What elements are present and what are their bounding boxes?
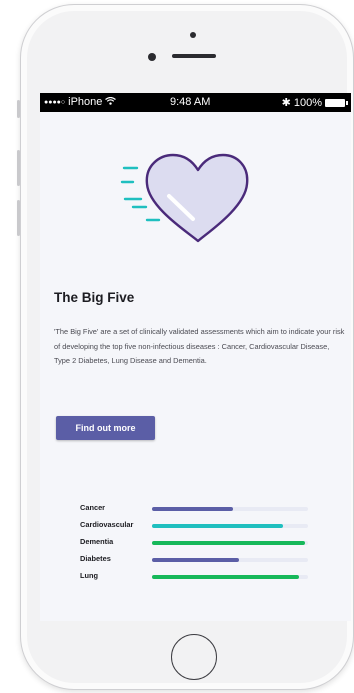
page-title: The Big Five	[54, 290, 135, 305]
risk-bar-track	[152, 524, 308, 528]
risk-bar-label: Lung	[80, 571, 99, 580]
risk-bar-row: Cardiovascular	[80, 518, 310, 535]
risk-bar-track	[152, 558, 308, 562]
risk-bar-track	[152, 507, 308, 511]
find-out-more-button[interactable]: Find out more	[56, 416, 155, 440]
risk-bar-label: Diabetes	[80, 554, 111, 563]
home-button[interactable]	[171, 634, 217, 680]
volume-down-button	[17, 200, 20, 236]
risk-bar-fill	[152, 541, 305, 545]
heart-icon	[119, 148, 249, 243]
wifi-icon	[105, 96, 117, 108]
bluetooth-icon: ✱	[281, 97, 291, 109]
mute-switch	[17, 100, 20, 118]
app-screen: ●●●●○ iPhone 9:48 AM ✱ 100% The Big Five…	[40, 93, 351, 621]
risk-bar-label: Cancer	[80, 503, 106, 512]
risk-bar-track	[152, 541, 308, 545]
battery-percentage: 100%	[293, 96, 322, 109]
battery-icon	[325, 98, 348, 107]
risk-bar-label: Dementia	[80, 537, 114, 546]
risk-bar-row: Diabetes	[80, 552, 310, 569]
risk-bar-fill	[152, 507, 234, 511]
carrier-label: iPhone	[68, 96, 103, 108]
risk-bar-fill	[152, 558, 240, 562]
description-text: 'The Big Five' are a set of clinically v…	[54, 327, 345, 365]
status-bar: ●●●●○ iPhone 9:48 AM ✱ 100%	[40, 93, 351, 112]
front-camera	[148, 53, 156, 61]
signal-strength: ●●●●○	[44, 98, 66, 106]
proximity-sensor	[190, 32, 196, 38]
risk-bar-fill	[152, 524, 284, 528]
risk-bar-track	[152, 575, 308, 579]
risk-bars: Cancer Cardiovascular Dementia Diabetes …	[80, 501, 310, 586]
risk-bar-row: Lung	[80, 569, 310, 586]
volume-up-button	[17, 150, 20, 186]
clock: 9:48 AM	[170, 96, 211, 108]
risk-bar-fill	[152, 575, 299, 579]
earpiece-speaker	[172, 54, 216, 58]
risk-bar-row: Cancer	[80, 501, 310, 518]
risk-bar-row: Dementia	[80, 535, 310, 552]
risk-bar-label: Cardiovascular	[80, 520, 134, 529]
